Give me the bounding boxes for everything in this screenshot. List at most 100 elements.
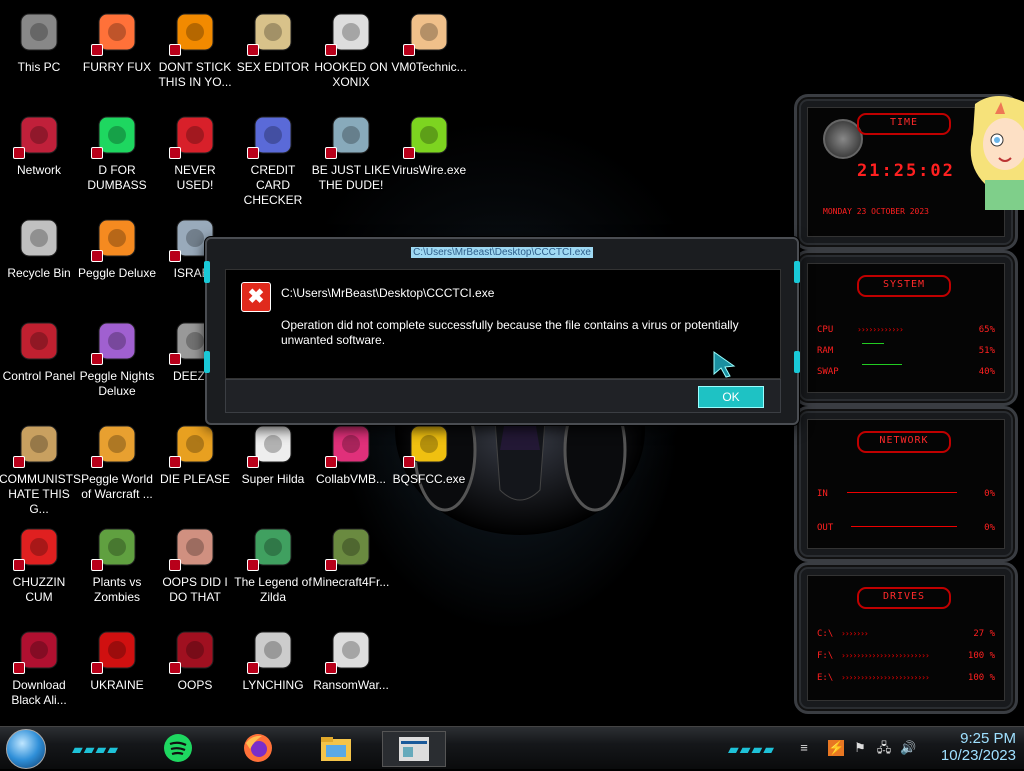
cartoon-character-sticker — [970, 95, 1024, 210]
taskbar-spotify-icon[interactable] — [160, 731, 196, 765]
shield-overlay-icon — [13, 662, 25, 674]
desktop-icon-network-alien[interactable]: Network — [0, 105, 78, 205]
desktop-icon-label: HOOKED ON XONIX — [314, 60, 388, 89]
dialog-footer: OK — [225, 379, 781, 413]
avast-tray-icon[interactable]: ⚡ — [828, 740, 844, 756]
monitor-icon — [15, 8, 63, 56]
drive-f-value: 100 % — [967, 651, 995, 661]
desktop-icon-xonix-game[interactable]: HOOKED ON XONIX — [312, 2, 390, 102]
net-out-value: 0% — [984, 523, 995, 533]
peggle-nights-icon — [91, 317, 141, 365]
xonix-game-icon — [325, 8, 375, 56]
desktop-icon-peggle[interactable]: Peggle Deluxe — [78, 208, 156, 308]
start-button[interactable] — [6, 729, 46, 769]
shield-overlay-icon — [247, 44, 259, 56]
desktop-icon-label: LYNCHING — [242, 678, 304, 692]
desktop-icon-label: Download Black Ali... — [11, 678, 67, 707]
shield-overlay-icon — [247, 662, 259, 674]
desktop-icon-label: SEX EDITOR — [236, 60, 310, 74]
desktop-icon-chuzzle[interactable]: CHUZZIN CUM — [0, 517, 78, 617]
taskbar-active-window-icon[interactable] — [382, 731, 446, 767]
drive-e-value: 100 % — [967, 673, 995, 683]
alienware-laptop-icon — [169, 626, 219, 674]
portrait-icon — [169, 523, 219, 571]
desktop-icon-radiation[interactable]: UKRAINE — [78, 620, 156, 720]
dialog-body: ✖ C:\Users\MrBeast\Desktop\CCCTCI.exe Op… — [225, 269, 781, 379]
pvz-icon — [91, 523, 141, 571]
net-in-label: IN — [817, 489, 828, 499]
desktop-icon-label: Plants vs Zombies — [92, 575, 142, 604]
network-tray-icon[interactable]: 🖧 — [876, 740, 892, 756]
desktop-icon-firefox[interactable]: FURRY FUX — [78, 2, 156, 102]
desktop-icon-label: CHUZZIN CUM — [12, 575, 66, 604]
net-in-value: 0% — [984, 489, 995, 499]
shield-overlay-icon — [169, 147, 181, 159]
taskbar-clock[interactable]: 9:25 PM 10/23/2023 — [941, 730, 1016, 764]
show-hidden-icons-icon[interactable]: ≡ — [796, 740, 812, 756]
desktop-icon-technician[interactable]: VM0Technic... — [390, 2, 468, 102]
desktop-icon-spotify[interactable]: D FOR DUMBASS — [78, 105, 156, 205]
money-bag-icon — [13, 420, 63, 468]
desktop-icon-label: DIE PLEASE — [159, 472, 231, 486]
desktop-icon-gnome[interactable]: BE JUST LIKE THE DUDE! — [312, 105, 390, 205]
volume-icon[interactable]: 🔊 — [900, 740, 916, 756]
drive-e-bar: ››››››››››››››››››››››› — [841, 673, 930, 682]
desktop-icon-portrait[interactable]: OOPS DID I DO THAT — [156, 517, 234, 617]
desktop-icon-pvz[interactable]: Plants vs Zombies — [78, 517, 156, 617]
desktop-icon-label: OOPS DID I DO THAT — [162, 575, 228, 604]
net-in-graph — [847, 492, 957, 493]
system-panel: SYSTEM CPU ›››››››››››› 65% RAM 51% SWAP… — [794, 250, 1018, 406]
dialog-title: C:\Users\MrBeast\Desktop\CCCTCI.exe — [207, 247, 797, 258]
desktop-icon-minecraft[interactable]: Minecraft4Fr... — [312, 517, 390, 617]
error-dialog: C:\Users\MrBeast\Desktop\CCCTCI.exe ✖ C:… — [204, 237, 800, 425]
desktop-icon-credit-card[interactable]: CREDIT CARD CHECKER — [234, 105, 312, 207]
desktop-icon-alien[interactable]: Download Black Ali... — [0, 620, 78, 720]
desktop-icon-briefcase-lock[interactable]: BQSFCC.exe — [390, 414, 468, 514]
desktop-icon-director[interactable]: DIE PLEASE — [156, 414, 234, 514]
desktop-icon-hxd-editor[interactable]: SEX EDITOR — [234, 2, 312, 102]
desktop-icon-link-sprite[interactable]: The Legend of Zilda — [234, 517, 312, 617]
desktop-icon-label: Peggle World of Warcraft ... — [81, 472, 153, 501]
swap-value: 40% — [978, 367, 995, 377]
desktop-icon-limewire[interactable]: VirusWire.exe — [390, 105, 468, 205]
desktop-icon-control-panel[interactable]: Control Panel — [0, 311, 78, 411]
desktop-icon-label: COMMUNISTS HATE THIS G... — [0, 472, 81, 516]
desktop-icon-collabvm[interactable]: CollabVMB... — [312, 414, 390, 514]
desktop-icon-hilda[interactable]: Super Hilda — [234, 414, 312, 514]
dialog-accent-left-bottom — [204, 351, 210, 373]
dialog-accent-right-top — [794, 261, 800, 283]
desktop-icon-network-tree[interactable]: LYNCHING — [234, 620, 312, 720]
desktop-icon-label: RansomWar... — [313, 678, 389, 692]
shield-overlay-icon — [13, 147, 25, 159]
peggle-icon — [91, 214, 141, 262]
desktop-icon-recycle-bin[interactable]: Recycle Bin — [0, 208, 78, 308]
shield-overlay-icon — [403, 456, 415, 468]
drive-c-label: C:\ — [817, 629, 834, 639]
shield-overlay-icon — [13, 559, 25, 571]
desktop-icon-peggle-nights[interactable]: Peggle Nights Deluxe — [78, 311, 156, 411]
dialog-title-text: C:\Users\MrBeast\Desktop\CCCTCI.exe — [411, 247, 593, 258]
cpu-bar: ›››››››››››› — [857, 325, 904, 334]
ram-label: RAM — [817, 346, 834, 356]
desktop-icon-peggle-wow[interactable]: Peggle World of Warcraft ... — [78, 414, 156, 514]
desktop-icon-label: The Legend of Zilda — [234, 575, 312, 604]
desktop-icon-skull-ring[interactable]: RansomWar... — [312, 620, 390, 720]
shield-overlay-icon — [13, 456, 25, 468]
taskbar-file-explorer-icon[interactable] — [318, 731, 354, 765]
desktop-icon-alienware-laptop[interactable]: OOPS — [156, 620, 234, 720]
limewire-icon — [403, 111, 453, 159]
mouse-cursor-icon — [713, 351, 736, 378]
desktop-icon-label: VM0Technic... — [391, 60, 467, 74]
desktop-icon-money-bag[interactable]: COMMUNISTS HATE THIS G... — [0, 414, 81, 516]
desktop-icon-label: Minecraft4Fr... — [312, 575, 390, 589]
security-flag-icon[interactable]: ⚑ — [852, 740, 868, 756]
desktop-icon-vlc-cone[interactable]: DONT STICK THIS IN YO... — [156, 2, 234, 102]
shield-overlay-icon — [169, 44, 181, 56]
taskbar-firefox-icon[interactable] — [240, 731, 276, 765]
taskbar-decoration-left: ▰▰▰▰ — [72, 741, 120, 757]
ok-button[interactable]: OK — [698, 386, 764, 408]
time-value: 21:25:02 — [857, 161, 955, 181]
desktop-icon-monitor[interactable]: This PC — [0, 2, 78, 102]
time-title: TIME — [857, 113, 951, 135]
desktop-icon-dev-cpp[interactable]: NEVER USED! — [156, 105, 234, 205]
